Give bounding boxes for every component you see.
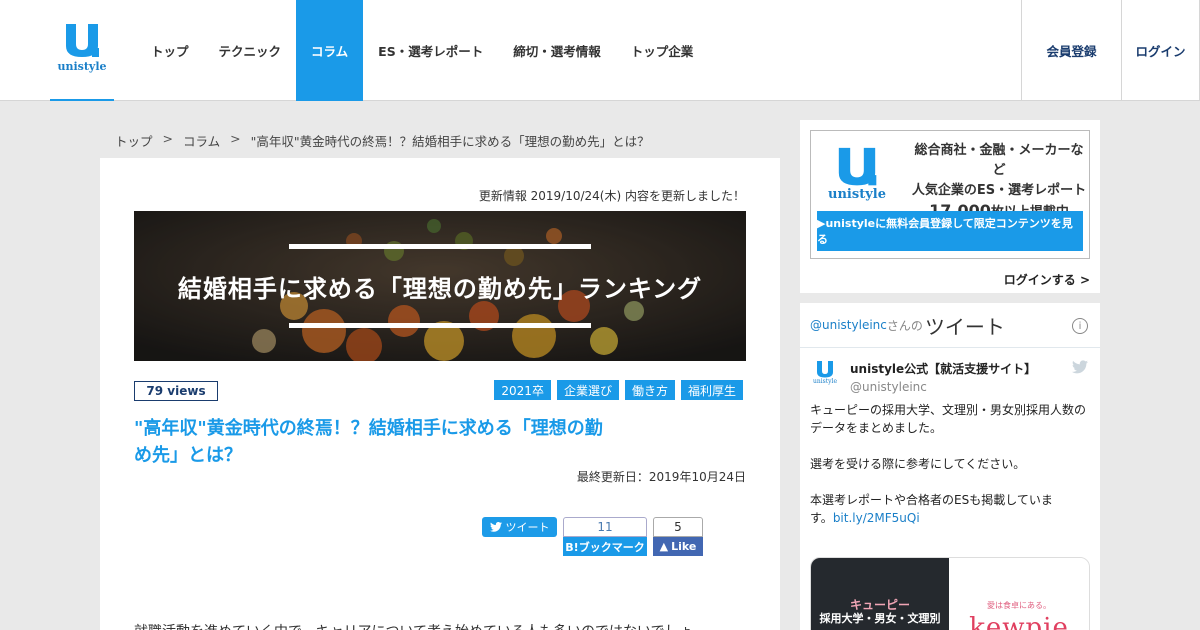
fb-like-label: Like	[671, 540, 697, 553]
site-header: unistyle トップ テクニック コラム ES・選考レポート 締切・選考情報…	[0, 0, 1200, 101]
promo-logo-text: unistyle	[828, 187, 886, 202]
tag-work-style[interactable]: 働き方	[624, 380, 675, 400]
media-subtitle: 採用大学・男女・文理別	[819, 612, 941, 625]
tag-2021[interactable]: 2021卒	[494, 380, 551, 400]
main-nav: トップ テクニック コラム ES・選考レポート 締切・選考情報 トップ企業	[136, 0, 708, 101]
article-card: 更新情報 2019/10/24(木) 内容を更新しました！ 結婚相手に求める「理…	[100, 158, 780, 630]
article-body: 就職活動を進めていく中で、キャリアについて考え始めている人も多いのではないでしょ	[134, 621, 774, 630]
media-left-panel: キューピー 採用大学・男女・文理別	[811, 558, 949, 630]
tweet-line: す。	[810, 511, 833, 525]
hatena-count: 11	[563, 517, 647, 537]
twitter-timeline: @unistyleinc さんの ツイート i unistyle unistyl…	[800, 303, 1100, 630]
nav-es-report[interactable]: ES・選考レポート	[363, 0, 498, 101]
tweet-text: キューピーの採用大学、文理別・男女別採用人数の データをまとめました。 選考を受…	[810, 401, 1090, 527]
nav-column[interactable]: コラム	[296, 0, 364, 101]
twitter-header: @unistyleinc さんの ツイート i	[800, 303, 1100, 348]
media-tagline: 愛は食卓にある。	[987, 601, 1051, 610]
logo-text: unistyle	[57, 60, 107, 73]
promo-banner[interactable]: unistyle 総合商社・金融・メーカーなど 人気企業のES・選考レポート 1…	[810, 130, 1090, 259]
tweet-author-handle: @unistyleinc	[850, 380, 927, 394]
breadcrumb-separator: >	[162, 131, 173, 146]
promo-logo: unistyle	[825, 145, 889, 202]
promo-signup-cta[interactable]: ▶unistyleに無料会員登録して限定コンテンツを見る	[817, 211, 1083, 251]
avatar[interactable]: unistyle	[810, 360, 840, 390]
nav-top-companies[interactable]: トップ企業	[616, 0, 709, 101]
info-icon[interactable]: i	[1072, 318, 1088, 334]
tweet-author[interactable]: unistyle unistyle公式【就活支援サイト】 @unistylein…	[810, 360, 1036, 394]
breadcrumb-separator: >	[230, 131, 241, 146]
hero-line-bottom	[289, 323, 591, 328]
hatena-bookmark[interactable]: 11 B!ブックマーク	[563, 517, 647, 556]
tweet-label: ツイート	[505, 521, 550, 534]
hatena-button[interactable]: B!ブックマーク	[563, 537, 647, 556]
tweet-line: キューピーの採用大学、文理別・男女別採用人数の	[810, 403, 1087, 417]
signup-promo: unistyle 総合商社・金融・メーカーなど 人気企業のES・選考レポート 1…	[800, 120, 1100, 293]
tag-company-selection[interactable]: 企業選び	[556, 380, 619, 400]
twitter-san: さんの	[886, 318, 923, 333]
media-right-panel: 愛は食卓にある。 kewpie	[949, 558, 1089, 630]
tweet-author-name: unistyle公式【就活支援サイト】	[850, 362, 1037, 376]
tag-list: 2021卒 企業選び 働き方 福利厚生	[494, 380, 743, 400]
media-brand: kewpie	[969, 613, 1069, 630]
nav-technique[interactable]: テクニック	[204, 0, 297, 101]
breadcrumb-top[interactable]: トップ	[115, 131, 153, 150]
twitter-bird-icon[interactable]	[1072, 360, 1088, 374]
unistyle-u-icon	[838, 147, 877, 186]
tweet-line: データをまとめました。	[810, 421, 943, 435]
tweet-line: 本選考レポートや合格者のESも掲載していま	[810, 493, 1053, 507]
hero-line-top	[289, 244, 591, 249]
tweet-link[interactable]: bit.ly/2MF5uQi	[833, 511, 920, 525]
tag-welfare[interactable]: 福利厚生	[680, 380, 743, 400]
promo-login-link[interactable]: ログインする >	[1004, 271, 1090, 288]
site-logo[interactable]: unistyle	[50, 0, 114, 101]
promo-line1: 総合商社・金融・メーカーなど	[914, 143, 1084, 178]
last-updated: 最終更新日：2019年10月24日	[576, 470, 746, 484]
fb-count: 5	[653, 517, 703, 537]
header-account: 会員登録 ログイン	[1021, 0, 1200, 101]
thumbs-up-icon: ▲	[659, 540, 669, 553]
unistyle-u-icon	[66, 24, 99, 57]
facebook-like[interactable]: 5 ▲ Like	[653, 517, 703, 556]
tweet-button[interactable]: ツイート	[482, 517, 557, 537]
signup-button[interactable]: 会員登録	[1021, 0, 1121, 101]
media-company: キューピー	[849, 598, 910, 612]
twitter-title: ツイート	[924, 314, 1005, 339]
breadcrumb: トップ > コラム > "高年収"黄金時代の終焉！？結婚相手に求める「理想の勤め…	[115, 131, 650, 150]
hero-image: 結婚相手に求める「理想の勤め先」ランキング	[134, 211, 746, 361]
login-button[interactable]: ログイン	[1121, 0, 1200, 101]
update-info: 更新情報 2019/10/24(木) 内容を更新しました！	[478, 189, 745, 203]
views-badge: 79 views	[134, 381, 218, 401]
tweet-media[interactable]: キューピー 採用大学・男女・文理別 愛は食卓にある。 kewpie	[810, 557, 1090, 630]
tweet-line: 選考を受ける際に参考にしてください。	[810, 457, 1026, 471]
promo-line2: 人気企業のES・選考レポート	[911, 183, 1087, 198]
twitter-handle-link[interactable]: @unistyleinc	[810, 318, 887, 332]
unistyle-u-icon	[817, 361, 833, 378]
twitter-bird-icon	[489, 522, 502, 532]
hero-title: 結婚相手に求める「理想の勤め先」ランキング	[177, 275, 703, 303]
share-buttons: ツイート 11 B!ブックマーク 5 ▲ Like	[482, 517, 703, 556]
nav-deadline[interactable]: 締切・選考情報	[498, 0, 616, 101]
avatar-text: unistyle	[813, 378, 837, 385]
nav-top[interactable]: トップ	[136, 0, 204, 101]
breadcrumb-column[interactable]: コラム	[183, 131, 220, 150]
breadcrumb-current: "高年収"黄金時代の終焉！？結婚相手に求める「理想の勤め先」とは？	[250, 134, 650, 149]
fb-like-button[interactable]: ▲ Like	[653, 537, 703, 556]
article-title: "高年収"黄金時代の終焉！？結婚相手に求める「理想の勤め先」とは？	[134, 418, 603, 466]
